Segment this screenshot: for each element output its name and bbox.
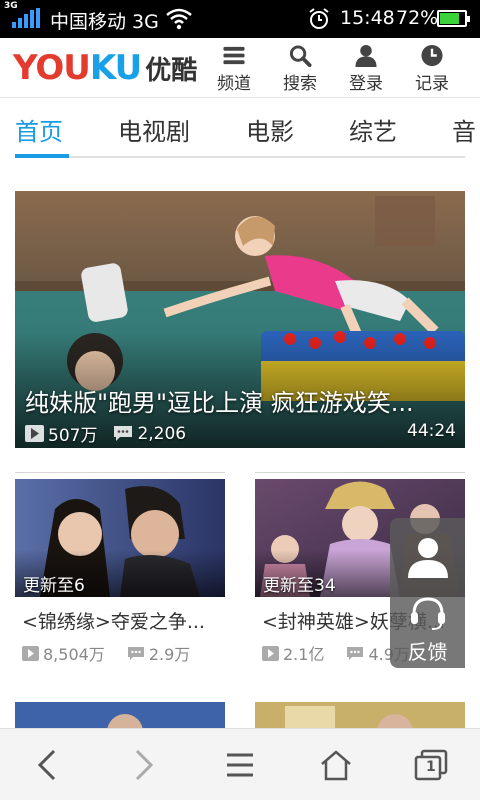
feedback-button[interactable]: 反馈 <box>390 518 465 668</box>
history-label: 记录 <box>415 74 449 94</box>
video-card-partial[interactable] <box>255 702 465 728</box>
feedback-label: 反馈 <box>407 640 448 664</box>
play-count-icon <box>22 645 39 661</box>
status-bar: 3G 中国移动 3G 15:48 72% <box>0 0 480 38</box>
search-button[interactable]: 搜索 <box>270 44 330 94</box>
featured-views: 507万 <box>48 426 98 446</box>
home-button[interactable] <box>314 743 358 787</box>
card-update-status: 更新至34 <box>263 576 336 596</box>
comment-icon <box>114 426 133 441</box>
battery-icon <box>437 10 470 27</box>
windows-button[interactable]: 1 <box>409 743 453 787</box>
logo-you-text: YOU <box>13 48 91 88</box>
card-title: <锦绣缘>夺爱之争... <box>22 611 205 633</box>
youku-logo[interactable]: YOU KU 优酷 <box>13 48 197 88</box>
menu-icon <box>227 753 253 777</box>
signal-icon <box>12 8 40 28</box>
alarm-icon <box>307 7 331 36</box>
featured-caption: 纯妹版"跑男"逗比上演 疯狂游戏笑... <box>25 389 414 417</box>
headset-icon <box>411 597 445 630</box>
featured-stats: 507万 2,206 <box>25 421 186 446</box>
play-count-icon <box>25 425 44 442</box>
app-header: YOU KU 优酷 频道 搜索 登录 记录 <box>0 38 480 98</box>
forward-button[interactable] <box>121 743 165 787</box>
wifi-icon <box>166 8 192 35</box>
card-thumbnail: 更新至6 <box>15 479 225 597</box>
card-comments: 2.9万 <box>148 645 191 664</box>
forward-arrow-icon <box>135 749 154 781</box>
login-label: 登录 <box>349 74 383 94</box>
card-thumbnail-image <box>255 702 465 728</box>
search-label: 搜索 <box>283 74 317 94</box>
channels-label: 频道 <box>217 74 251 94</box>
logo-chinese-text: 优酷 <box>145 56 198 86</box>
card-views: 8,504万 <box>43 645 105 664</box>
channels-button[interactable]: 频道 <box>204 44 264 94</box>
history-button[interactable]: 记录 <box>402 44 462 94</box>
youku-home-page: 3G 中国移动 3G 15:48 72% YOU KU 优酷 频道 搜索 登录 … <box>0 0 480 800</box>
featured-video[interactable]: 纯妹版"跑男"逗比上演 疯狂游戏笑... 507万 2,206 44:24 <box>15 191 465 448</box>
card-thumbnail-image <box>15 702 225 728</box>
tab-tv-series[interactable]: 电视剧 <box>118 112 190 147</box>
video-card-partial[interactable] <box>15 702 225 728</box>
window-count: 1 <box>426 759 436 775</box>
tab-variety[interactable]: 综艺 <box>349 112 397 147</box>
tab-music-label: 音 <box>452 118 476 144</box>
card-update-status: 更新至6 <box>23 576 85 596</box>
tab-music-partial[interactable]: 音 <box>452 112 480 144</box>
menu-button[interactable] <box>218 743 262 787</box>
back-arrow-icon <box>37 749 56 781</box>
back-button[interactable] <box>26 743 70 787</box>
login-button[interactable]: 登录 <box>336 44 396 94</box>
browser-bottom-nav: 1 <box>0 728 480 800</box>
tab-movies[interactable]: 电影 <box>246 112 294 147</box>
carrier-label: 中国移动 3G <box>50 11 159 33</box>
comment-icon <box>347 646 364 660</box>
play-count-icon <box>262 645 279 661</box>
logo-ku-text: KU <box>89 48 142 88</box>
user-icon <box>355 44 377 67</box>
card-views: 2.1亿 <box>283 645 325 664</box>
card-divider-right <box>255 472 465 473</box>
battery-percent: 72% <box>396 7 439 29</box>
clock-time: 15:48 <box>340 7 395 29</box>
tab-home[interactable]: 首页 <box>15 112 63 147</box>
tabs-divider <box>15 156 465 158</box>
search-icon <box>289 45 312 67</box>
comment-icon <box>127 646 144 660</box>
battery-level-fill <box>440 13 459 24</box>
featured-duration: 44:24 <box>407 421 456 441</box>
card-stats: 2.1亿 4.9万 <box>262 641 410 665</box>
featured-comments: 2,206 <box>137 423 187 444</box>
history-clock-icon <box>421 44 443 67</box>
menu-icon <box>223 46 245 65</box>
card-stats: 8,504万 2.9万 <box>22 641 190 665</box>
home-icon <box>321 750 351 781</box>
feedback-avatar-icon <box>408 538 448 578</box>
video-card[interactable]: 更新至6 <锦绣缘>夺爱之争... 8,504万 2.9万 <box>15 479 225 672</box>
category-tabs: 首页 电视剧 电影 综艺 <box>0 100 480 162</box>
card-divider-left <box>15 472 225 473</box>
active-tab-indicator <box>15 154 69 158</box>
